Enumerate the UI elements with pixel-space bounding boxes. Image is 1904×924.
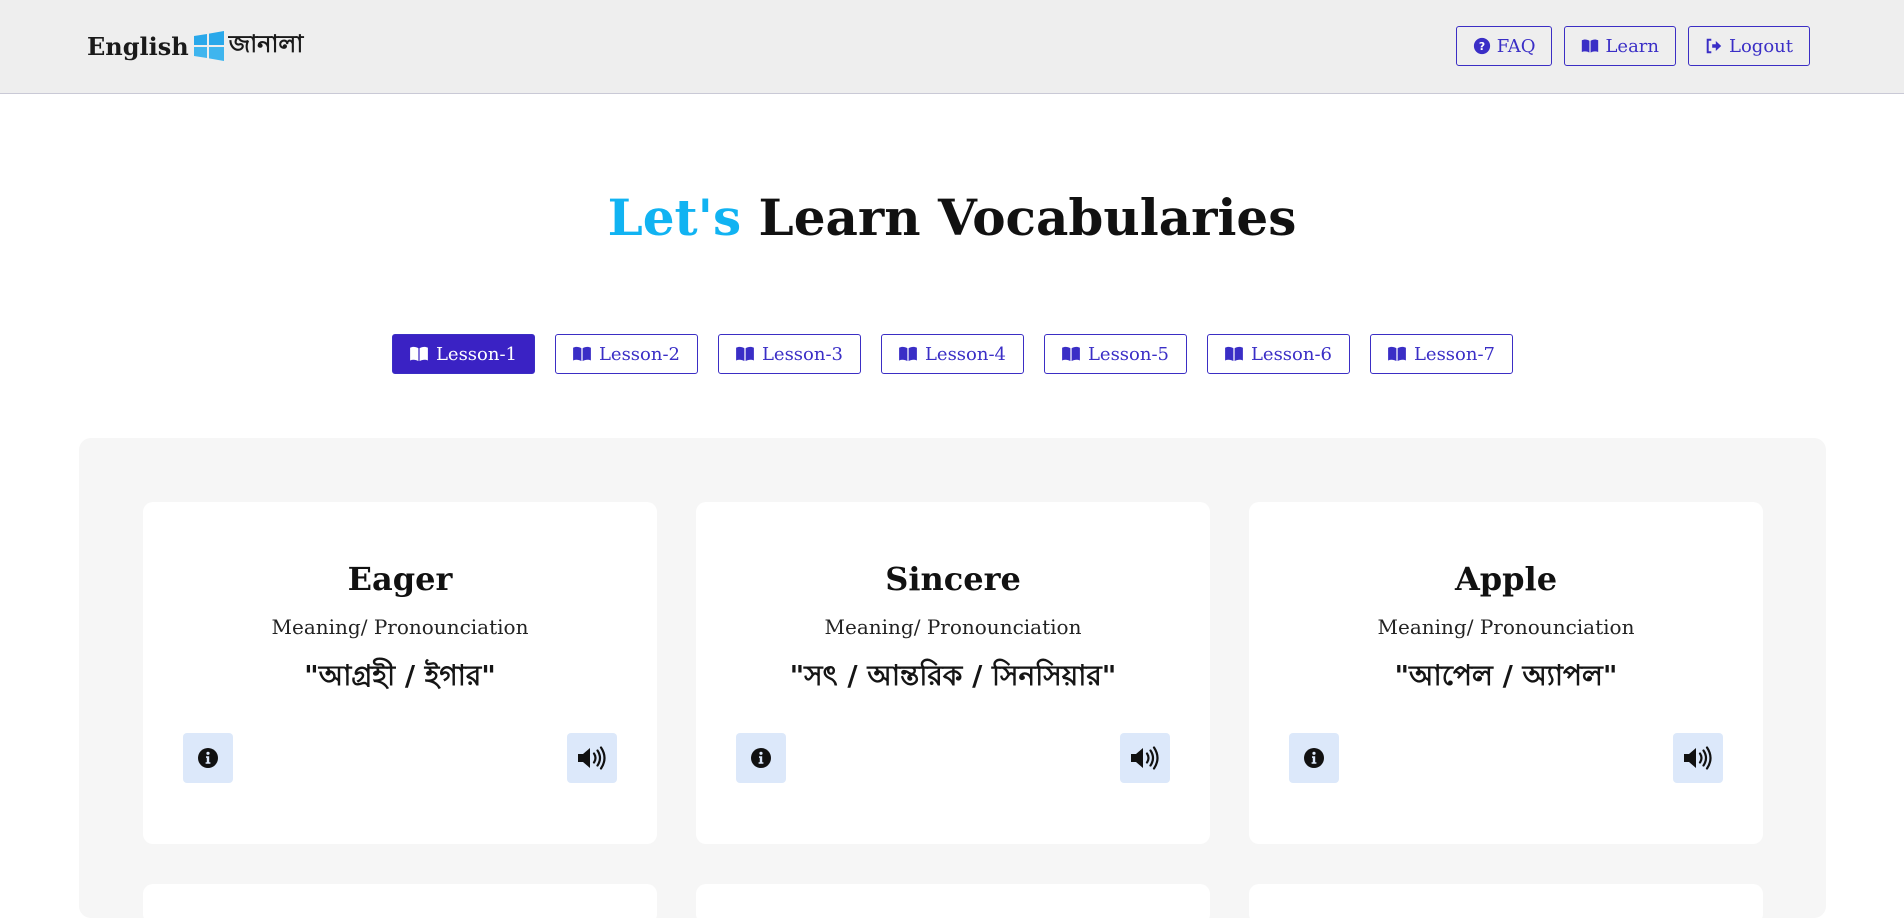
vocab-meaning: "সৎ / আন্তরিক / সিনসিয়ার" [789,659,1117,692]
book-open-icon [573,346,591,362]
lesson-label: Lesson-6 [1250,343,1333,365]
book-open-icon [736,346,754,362]
page-title-accent: Let's [607,188,742,247]
lesson-1-button[interactable]: Lesson-1 [391,334,535,374]
vocab-card: Eager Meaning/ Pronounciation "আগ্রহী / … [143,502,657,844]
book-open-icon [1062,346,1080,362]
vocab-subtitle: Meaning/ Pronounciation [271,615,529,639]
book-open-icon [410,346,428,362]
page-title-main: Learn Vocabularies [758,188,1297,247]
lesson-5-button[interactable]: Lesson-5 [1043,334,1187,374]
logout-button[interactable]: Logout [1688,26,1810,66]
svg-text:?: ? [1479,40,1485,53]
volume-high-icon [1684,746,1712,770]
info-circle-icon [1304,748,1324,768]
brand-name-en: English [87,31,189,61]
vocab-subtitle: Meaning/ Pronounciation [1377,615,1635,639]
vocab-word: Eager [347,560,453,598]
nav-actions: ? FAQ Learn Logout [1455,26,1810,66]
lesson-label: Lesson-5 [1087,343,1170,365]
learn-button[interactable]: Learn [1564,26,1677,66]
vocab-card-partial [696,884,1210,924]
info-button[interactable] [183,733,233,783]
learn-label: Learn [1605,35,1660,57]
pronounce-button[interactable] [1120,733,1170,783]
vocab-card-partial [1249,884,1763,924]
pronounce-button[interactable] [1673,733,1723,783]
volume-high-icon [578,746,606,770]
lesson-4-button[interactable]: Lesson-4 [880,334,1024,374]
navbar: English জানালা ? FAQ Learn Logout [0,0,1904,94]
info-circle-icon [751,748,771,768]
vocab-card: Apple Meaning/ Pronounciation "আপেল / অ্… [1249,502,1763,844]
info-button[interactable] [1289,733,1339,783]
question-circle-icon: ? [1473,37,1490,55]
info-button[interactable] [736,733,786,783]
brand-logo[interactable]: English জানালা [87,28,303,64]
lesson-6-button[interactable]: Lesson-6 [1206,334,1350,374]
vocab-word: Sincere [885,560,1021,598]
lesson-label: Lesson-2 [598,343,681,365]
lesson-3-button[interactable]: Lesson-3 [717,334,861,374]
logout-label: Logout [1729,35,1793,57]
brand-name-bn: জানালা [228,29,304,58]
book-open-icon [1582,39,1599,53]
lesson-2-button[interactable]: Lesson-2 [554,334,698,374]
vocabulary-grid: Eager Meaning/ Pronounciation "আগ্রহী / … [79,438,1826,924]
vocab-card-partial [143,884,657,924]
lesson-label: Lesson-1 [435,343,518,365]
vocab-meaning: "আপেল / অ্যাপল" [1394,659,1618,692]
lesson-label: Lesson-4 [924,343,1007,365]
book-open-icon [1388,346,1406,362]
vocab-word: Apple [1454,560,1558,598]
lesson-label: Lesson-3 [761,343,844,365]
book-open-icon [1225,346,1243,362]
lesson-tabs: Lesson-1 Lesson-2 Lesson-3 Lesson-4 Less… [0,334,1904,374]
lesson-7-button[interactable]: Lesson-7 [1369,334,1513,374]
faq-button[interactable]: ? FAQ [1455,26,1553,66]
windows-logo-icon [193,31,224,61]
lesson-label: Lesson-7 [1413,343,1496,365]
book-open-icon [899,346,917,362]
faq-label: FAQ [1496,35,1536,57]
sign-out-icon [1706,38,1722,54]
pronounce-button[interactable] [567,733,617,783]
page-title: Let's Learn Vocabularies [0,188,1904,247]
vocab-subtitle: Meaning/ Pronounciation [824,615,1082,639]
info-circle-icon [198,748,218,768]
volume-high-icon [1131,746,1159,770]
vocab-card: Sincere Meaning/ Pronounciation "সৎ / আন… [696,502,1210,844]
vocab-meaning: "আগ্রহী / ইগার" [304,659,496,692]
